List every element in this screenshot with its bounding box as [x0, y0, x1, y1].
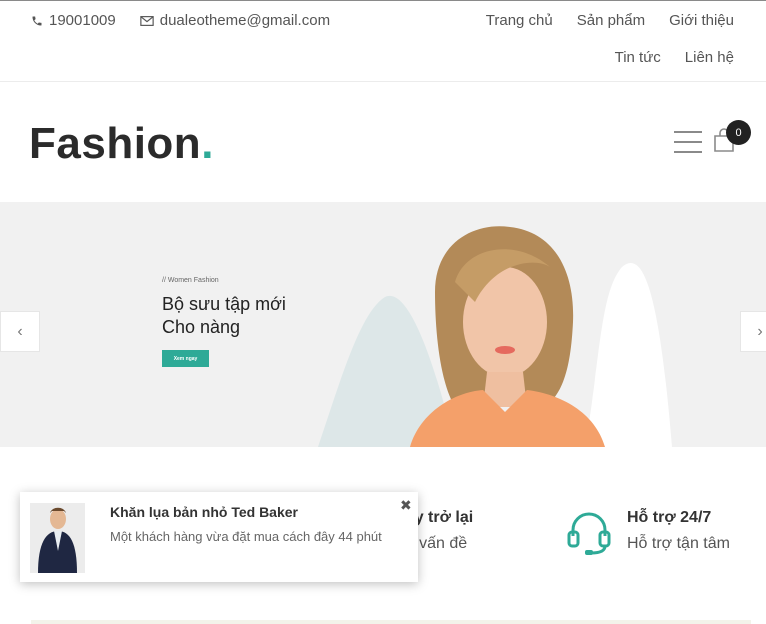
product-thumbnail[interactable] — [30, 503, 85, 573]
nav-news[interactable]: Tin tức — [615, 49, 661, 66]
phone-number: 19001009 — [49, 12, 116, 29]
contact-info: 19001009 dualeotheme@gmail.com — [31, 12, 330, 29]
product-image — [30, 503, 85, 573]
slider-prev-button[interactable]: ‹ — [0, 311, 40, 352]
notification-message: Một khách hàng vừa đặt mua cách đây 44 p… — [110, 529, 382, 544]
feature-support-subtitle: Hỗ trợ tận tâm — [627, 535, 730, 552]
purchase-notification[interactable]: Khăn lụa bản nhỏ Ted Baker Một khách hàn… — [20, 492, 418, 582]
hero-slider: // Women Fashion Bộ sưu tập mới Cho nàng… — [0, 202, 766, 447]
hero-title: Bộ sưu tập mới Cho nàng — [162, 293, 286, 339]
phone-icon — [32, 16, 42, 25]
top-bar: 19001009 dualeotheme@gmail.com Trang chủ… — [0, 1, 766, 82]
notification-product-name[interactable]: Khăn lụa bản nhỏ Ted Baker — [110, 504, 298, 520]
hero-title-line-2: Cho nàng — [162, 317, 241, 337]
menu-icon[interactable] — [674, 131, 702, 153]
section-divider — [31, 620, 751, 624]
chevron-right-icon: › — [757, 322, 763, 340]
hero-cta-button[interactable]: Xem ngay — [162, 350, 209, 367]
logo-dot: . — [201, 119, 214, 168]
envelope-icon — [140, 15, 154, 26]
phone-link[interactable]: 19001009 — [31, 12, 116, 29]
main-nav: Trang chủ Sản phẩm Giới thiệu Tin tức Li… — [434, 12, 734, 66]
slider-next-button[interactable]: › — [740, 311, 766, 352]
feature-support: Hỗ trợ 24/7 Hỗ trợ tận tâm — [627, 509, 730, 553]
hero-background-shape — [318, 263, 672, 447]
page: 19001009 dualeotheme@gmail.com Trang chủ… — [0, 0, 766, 624]
nav-products[interactable]: Sản phẩm — [577, 12, 645, 29]
nav-about[interactable]: Giới thiệu — [669, 12, 734, 29]
nav-contact[interactable]: Liên hệ — [685, 49, 734, 66]
nav-home[interactable]: Trang chủ — [486, 12, 553, 29]
chevron-left-icon: ‹ — [17, 322, 23, 340]
headset-icon — [567, 512, 611, 555]
hero-title-line-1: Bộ sưu tập mới — [162, 294, 286, 314]
feature-support-title: Hỗ trợ 24/7 — [627, 509, 712, 526]
logo-text: Fashion — [29, 119, 202, 168]
model-photo — [410, 226, 605, 447]
cart-count-badge: 0 — [726, 120, 751, 145]
hero-tagline: // Women Fashion — [162, 277, 219, 284]
site-logo[interactable]: Fashion. — [29, 119, 214, 169]
site-header: Fashion. 0 — [0, 83, 766, 202]
close-icon[interactable]: ✖ — [400, 498, 412, 512]
email-address: dualeotheme@gmail.com — [159, 12, 331, 29]
email-link[interactable]: dualeotheme@gmail.com — [140, 12, 330, 29]
